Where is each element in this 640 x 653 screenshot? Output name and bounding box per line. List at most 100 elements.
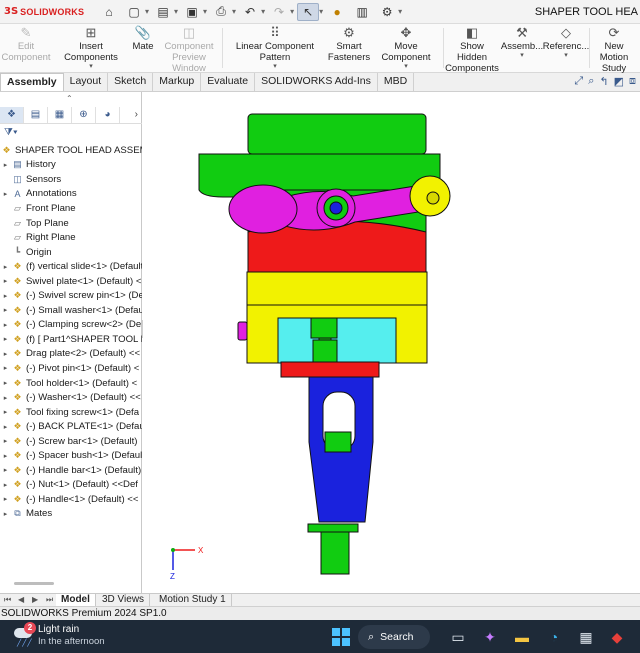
chevron-down-icon[interactable]: ▾ (404, 63, 408, 71)
last-tab-icon[interactable]: ⏭ (46, 594, 53, 606)
expand-arrow-icon[interactable]: ▸ (0, 452, 11, 460)
expand-arrow-icon[interactable]: ▸ (0, 379, 11, 387)
display-manager-tab-icon[interactable]: ◕ (96, 106, 120, 123)
tree-item[interactable]: ▸ ❖ (-) Screw bar<1> (Default) (0, 434, 142, 449)
previous-view-icon[interactable]: ↰ (599, 75, 608, 88)
tab-markup[interactable]: Markup (153, 73, 202, 91)
first-tab-icon[interactable]: ⏮ (4, 594, 11, 606)
expand-arrow-icon[interactable]: ▸ (0, 437, 11, 445)
tree-item[interactable]: ▸ ❖ Tool fixing screw<1> (Defa (0, 405, 142, 420)
edit-component-button[interactable]: ✎ Edit Component (1, 24, 50, 72)
weather-widget[interactable]: ╱╱╱ 2 Light rain In the afternoon (12, 622, 105, 648)
tab-layout[interactable]: Layout (64, 73, 109, 91)
tree-item[interactable]: ◫ Sensors (0, 172, 142, 187)
options-dropdown-icon[interactable]: ▾ (398, 7, 402, 16)
expand-arrow-icon[interactable]: ▸ (0, 321, 11, 329)
configuration-manager-tab-icon[interactable]: ▦ (48, 106, 72, 123)
tree-item[interactable]: ▱ Top Plane (0, 216, 142, 231)
store-icon[interactable]: ▦ (575, 626, 597, 648)
tree-item[interactable]: ▸ ❖ Drag plate<2> (Default) << (0, 347, 142, 362)
tree-item[interactable]: ▸ ❖ (-) Small washer<1> (Defau (0, 303, 142, 318)
tree-item[interactable]: ▸ ❖ (-) Handle bar<1> (Default) (0, 463, 142, 478)
tree-item[interactable]: ┗ Origin (0, 245, 142, 260)
insert-components-button[interactable]: ⊞ Insert Components ▾ (52, 24, 130, 72)
tree-item[interactable]: ▸ ❖ Tool holder<1> (Default) < (0, 376, 142, 391)
select-dropdown-icon[interactable]: ▾ (319, 7, 323, 16)
expand-arrow-icon[interactable]: ▸ (0, 510, 11, 518)
tree-item[interactable]: ▱ Right Plane (0, 230, 142, 245)
filter-icon[interactable]: ⧩▾ (4, 127, 18, 138)
expand-arrow-icon[interactable]: ▸ (0, 190, 11, 198)
property-manager-tab-icon[interactable]: ▤ (24, 106, 48, 123)
handle-ball-left[interactable] (228, 184, 298, 234)
drag-plate-upper[interactable] (246, 271, 428, 306)
tree-item[interactable]: ▸ ❖ (f) vertical slide<1> (Default (0, 259, 142, 274)
solidworks-logo[interactable]: 3S SOLIDWORKS (0, 6, 92, 17)
new-motion-study-button[interactable]: ⟳ New Motion Study (590, 24, 638, 74)
expand-arrow-icon[interactable]: ▸ (0, 481, 11, 489)
redo-icon[interactable]: ↷ (268, 3, 290, 21)
graphics-area[interactable]: X Z (143, 92, 640, 593)
more-tabs-arrow-icon[interactable]: › (135, 109, 138, 120)
vertical-slide-top[interactable] (247, 113, 427, 155)
tree-item[interactable]: ▸ ❖ (-) Nut<1> (Default) <<Def (0, 478, 142, 493)
undo-dropdown-icon[interactable]: ▾ (261, 7, 265, 16)
save-dropdown-icon[interactable]: ▾ (203, 7, 207, 16)
undo-icon[interactable]: ↶ (239, 3, 261, 21)
tool-fixing-screw[interactable] (324, 431, 352, 453)
tab-sketch[interactable]: Sketch (108, 73, 154, 91)
tree-item[interactable]: ▸ ❖ (-) BACK PLATE<1> (Default (0, 419, 142, 434)
tree-item[interactable]: ▸ ❖ (-) Spacer bush<1> (Defaul (0, 448, 142, 463)
expand-arrow-icon[interactable]: ▸ (0, 495, 11, 503)
dimxpert-manager-tab-icon[interactable]: ⊕ (72, 106, 96, 123)
taskbar-search[interactable]: ⌕ Search (358, 625, 430, 649)
tree-item[interactable]: ▱ Front Plane (0, 201, 142, 216)
side-screw-knob[interactable] (237, 321, 248, 341)
view-orientation-icon[interactable]: ⧈ (629, 75, 636, 88)
chevron-down-icon[interactable]: ▾ (564, 52, 568, 60)
select-icon[interactable]: ↖ (297, 2, 320, 21)
next-tab-icon[interactable]: ▶ (32, 594, 38, 606)
expand-arrow-icon[interactable]: ▸ (0, 335, 11, 343)
chevron-down-icon[interactable]: ▾ (520, 52, 524, 60)
tree-item[interactable]: ▸ ❖ (-) Swivel screw pin<1> (De (0, 288, 142, 303)
zoom-area-icon[interactable]: ⌕ (588, 75, 594, 88)
expand-arrow-icon[interactable]: ▸ (0, 394, 11, 402)
windows-start-icon[interactable] (330, 626, 352, 648)
component-preview-button[interactable]: ◫ Component Preview Window (157, 24, 221, 74)
save-icon[interactable]: ▣ (181, 3, 203, 21)
expand-arrow-icon[interactable]: ▸ (0, 277, 11, 285)
show-hidden-button[interactable]: ◧ Show Hidden Components (445, 24, 499, 74)
new-document-icon[interactable]: ▢ (123, 3, 145, 21)
tab-solidworks-add-ins[interactable]: SOLIDWORKS Add-Ins (255, 73, 378, 91)
previous-tab-icon[interactable]: ◀ (18, 594, 24, 606)
linear-pattern-button[interactable]: ⠿ Linear Component Pattern ▾ (224, 24, 326, 72)
task-view-icon[interactable]: ▭ (447, 626, 469, 648)
tree-item[interactable]: ▸ ❖ (-) Washer<1> (Default) << (0, 390, 142, 405)
solidworks-taskbar-icon[interactable]: ◆ (606, 626, 628, 648)
collapse-chevron-icon[interactable]: ⌃ (66, 94, 73, 103)
file-explorer-icon[interactable]: ▬ (511, 626, 533, 648)
tree-item[interactable]: ▸ ▤ History (0, 158, 142, 173)
expand-arrow-icon[interactable]: ▸ (0, 423, 11, 431)
chevron-down-icon[interactable]: ▾ (273, 63, 277, 71)
tree-item[interactable]: ▸ ❖ (-) Pivot pin<1> (Default) < (0, 361, 142, 376)
tree-item[interactable]: ▸ ❖ (-) Clamping screw<2> (De (0, 318, 142, 333)
tree-item[interactable]: ▸ ❖ (-) Handle<1> (Default) << (0, 492, 142, 507)
zoom-to-fit-icon[interactable]: ⤢ (574, 75, 583, 88)
smart-fasteners-button[interactable]: ⚙ Smart Fasteners (328, 24, 370, 72)
expand-arrow-icon[interactable]: ▸ (0, 263, 11, 271)
feature-manager-tab-icon[interactable]: ❖ (0, 106, 24, 123)
tree-item[interactable]: ▸ A Annotations (0, 187, 142, 202)
file-properties-icon[interactable]: ▥ (351, 3, 373, 21)
move-component-button[interactable]: ✥ Move Component ▾ (371, 24, 441, 72)
open-icon[interactable]: ▤ (152, 3, 174, 21)
tree-item[interactable]: ▸ ⧉ Mates (0, 507, 142, 522)
screw-bar-collar[interactable] (307, 523, 359, 533)
expand-arrow-icon[interactable]: ▸ (0, 350, 11, 358)
screw-bar[interactable] (320, 531, 350, 575)
print-dropdown-icon[interactable]: ▾ (232, 7, 236, 16)
swivel-screw-pin[interactable] (329, 201, 343, 215)
tree-root[interactable]: ❖ SHAPER TOOL HEAD ASSEMBLY (0, 143, 142, 158)
mate-button[interactable]: 📎 Mate (131, 24, 155, 72)
